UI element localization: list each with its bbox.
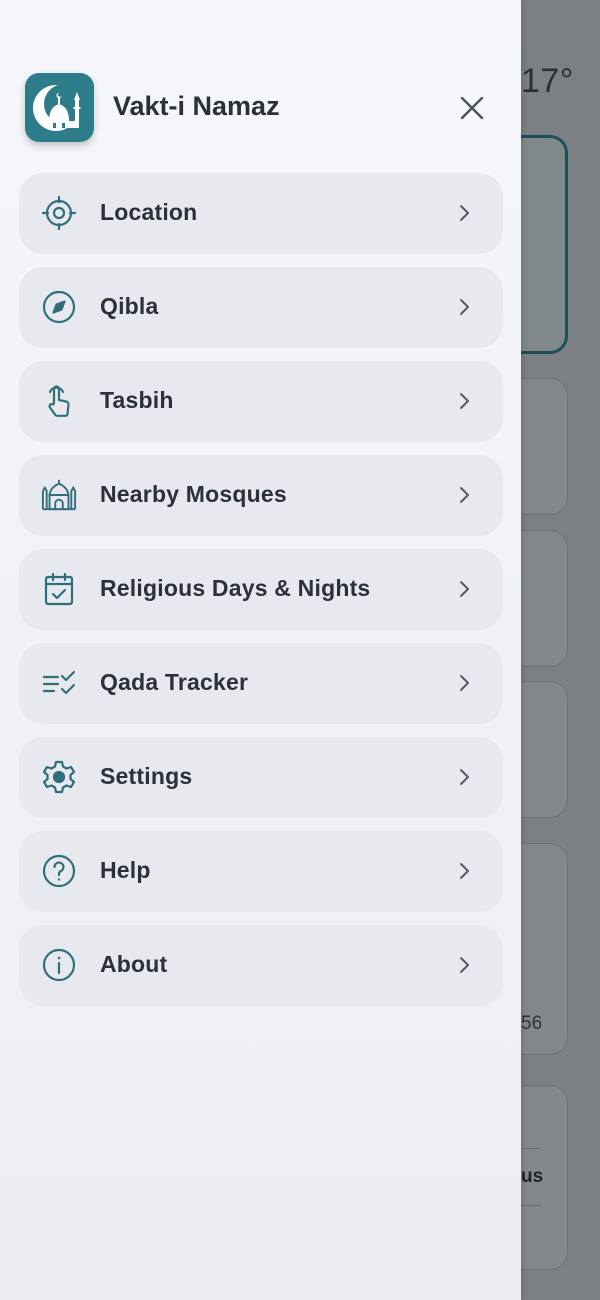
help-circle-icon (41, 853, 77, 889)
background-temperature: 17° (521, 62, 574, 100)
menu-item-location[interactable]: Location (19, 173, 503, 254)
background-divider (521, 1205, 541, 1206)
menu-item-label: Tasbih (100, 387, 174, 413)
menu-item-label: Qada Tracker (100, 669, 249, 695)
app-title: Vakt-i Namaz (113, 91, 280, 121)
navigation-drawer: Vakt-i Namaz Location Qibla Tasbih Nearb… (0, 0, 521, 1300)
close-drawer-button[interactable] (452, 88, 492, 128)
close-icon (460, 96, 484, 120)
chevron-right-icon (455, 202, 475, 224)
menu-item-label: Location (100, 199, 198, 225)
chevron-right-icon (455, 390, 475, 412)
menu-item-nearby-mosques[interactable]: Nearby Mosques (19, 455, 503, 536)
menu-item-settings[interactable]: Settings (19, 737, 503, 818)
menu-item-label: Settings (100, 763, 193, 789)
menu-item-label: About (100, 951, 168, 977)
chevron-right-icon (455, 578, 475, 600)
info-circle-icon (41, 947, 77, 983)
background-partial-word: us (521, 1166, 544, 1187)
chevron-right-icon (455, 766, 475, 788)
compass-icon (41, 289, 77, 325)
mosque-icon (41, 477, 77, 513)
menu-item-label: Religious Days & Nights (100, 575, 371, 601)
drawer-header: Vakt-i Namaz (0, 0, 521, 170)
menu-item-qibla[interactable]: Qibla (19, 267, 503, 348)
chevron-right-icon (455, 296, 475, 318)
background-partial-number: 56 (521, 1013, 543, 1034)
chevron-right-icon (455, 860, 475, 882)
menu-item-about[interactable]: About (19, 925, 503, 1006)
menu-item-label: Nearby Mosques (100, 481, 287, 507)
tap-hand-icon (41, 383, 77, 419)
mosque-logo-icon (25, 73, 94, 142)
drawer-menu: Location Qibla Tasbih Nearby Mosques Rel… (19, 173, 503, 1019)
chevron-right-icon (455, 484, 475, 506)
location-target-icon (41, 195, 77, 231)
menu-item-tasbih[interactable]: Tasbih (19, 361, 503, 442)
chevron-right-icon (455, 672, 475, 694)
menu-item-help[interactable]: Help (19, 831, 503, 912)
menu-item-religious-days[interactable]: Religious Days & Nights (19, 549, 503, 630)
menu-item-qada-tracker[interactable]: Qada Tracker (19, 643, 503, 724)
calendar-check-icon (41, 571, 77, 607)
checklist-icon (41, 665, 77, 701)
menu-item-label: Qibla (100, 293, 159, 319)
menu-item-label: Help (100, 857, 151, 883)
gear-icon (41, 759, 77, 795)
chevron-right-icon (455, 954, 475, 976)
background-divider (521, 1148, 541, 1149)
